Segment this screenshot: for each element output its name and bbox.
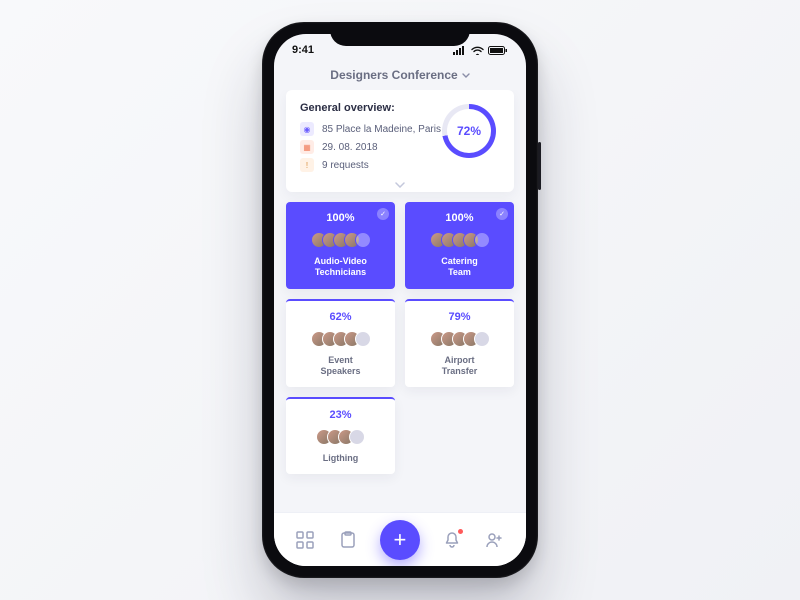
requests-icon: !	[300, 158, 314, 172]
card-pct: 100%	[413, 212, 506, 224]
card-pct: 79%	[413, 311, 506, 323]
status-time: 9:41	[292, 44, 314, 56]
card-pct: 23%	[294, 409, 387, 421]
expand-icon[interactable]	[395, 182, 405, 188]
overview-requests: 9 requests	[322, 160, 369, 171]
page-header[interactable]: Designers Conference	[274, 66, 526, 90]
phone-frame: 9:41 Designers Conference Genera	[262, 22, 538, 578]
wifi-icon	[471, 46, 484, 55]
tab-tasks[interactable]	[337, 529, 359, 551]
avatar-stack	[294, 331, 387, 347]
check-icon: ✓	[377, 208, 389, 220]
overview-location: 85 Place la Madeine, Paris	[322, 124, 441, 135]
tab-dashboard[interactable]	[294, 529, 316, 551]
avatar-stack	[413, 232, 506, 248]
overview-requests-row: ! 9 requests	[300, 158, 500, 172]
overview-card[interactable]: General overview: ◉ 85 Place la Madeine,…	[286, 90, 514, 192]
tab-notifications[interactable]	[441, 529, 463, 551]
status-indicators	[453, 46, 508, 55]
avatar-add-icon[interactable]	[474, 331, 490, 347]
avatar-add-icon[interactable]	[349, 429, 365, 445]
avatar-stack	[413, 331, 506, 347]
card-pct: 62%	[294, 311, 387, 323]
team-card-audio-video[interactable]: ✓ 100% Audio-VideoTechnicians	[286, 202, 395, 289]
team-card-airport[interactable]: 79% AirportTransfer	[405, 299, 514, 388]
overview-date: 29. 08. 2018	[322, 142, 378, 153]
team-grid: ✓ 100% Audio-VideoTechnicians ✓ 100% Cat…	[286, 202, 514, 474]
notch	[330, 22, 470, 46]
progress-ring: 72%	[442, 104, 496, 158]
progress-value: 72%	[457, 124, 481, 138]
plus-icon: +	[394, 527, 407, 553]
avatar-stack	[294, 429, 387, 445]
avatar-add-icon[interactable]	[474, 232, 490, 248]
card-label: Audio-VideoTechnicians	[294, 256, 387, 279]
team-card-lighting[interactable]: 23% Ligthing	[286, 397, 395, 474]
add-button[interactable]: +	[380, 520, 420, 560]
card-label: AirportTransfer	[413, 355, 506, 378]
avatar-stack	[294, 232, 387, 248]
screen: 9:41 Designers Conference Genera	[274, 34, 526, 566]
team-card-catering[interactable]: ✓ 100% CateringTeam	[405, 202, 514, 289]
avatar-add-icon[interactable]	[355, 232, 371, 248]
location-icon: ◉	[300, 122, 314, 136]
tab-bar: +	[274, 512, 526, 566]
check-icon: ✓	[496, 208, 508, 220]
notification-dot-icon	[458, 529, 463, 534]
signal-icon	[453, 46, 467, 55]
team-card-speakers[interactable]: 62% EventSpeakers	[286, 299, 395, 388]
card-label: EventSpeakers	[294, 355, 387, 378]
battery-icon	[488, 46, 508, 55]
card-label: CateringTeam	[413, 256, 506, 279]
chevron-down-icon	[462, 73, 470, 78]
card-pct: 100%	[294, 212, 387, 224]
tab-team[interactable]	[484, 529, 506, 551]
page-title: Designers Conference	[330, 68, 457, 82]
card-label: Ligthing	[294, 453, 387, 464]
calendar-icon: ▦	[300, 140, 314, 154]
content-scroll[interactable]: General overview: ◉ 85 Place la Madeine,…	[274, 90, 526, 512]
avatar-add-icon[interactable]	[355, 331, 371, 347]
